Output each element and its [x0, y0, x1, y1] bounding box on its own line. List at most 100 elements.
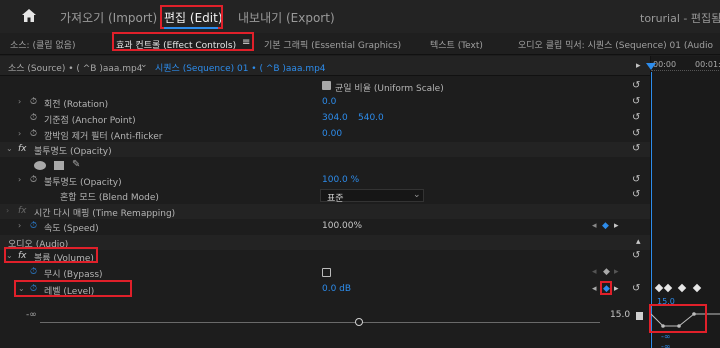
stopwatch-icon[interactable]: ⏱ [30, 97, 37, 107]
add-keyframe-icon[interactable]: ◆ [602, 221, 609, 231]
add-keyframe-icon[interactable]: ◆ [603, 284, 610, 294]
rotation-value[interactable]: 0.0 [322, 97, 336, 107]
reset-icon[interactable]: ↺ [632, 174, 640, 185]
reset-icon[interactable]: ↺ [632, 112, 640, 123]
reset-icon[interactable]: ↺ [632, 189, 640, 200]
volume-graph[interactable] [651, 306, 720, 332]
graph-min-label: -∞ [661, 332, 671, 341]
blend-mode-label: 혼합 모드 (Blend Mode) [60, 193, 159, 203]
opacity-section-label: 불투명도 (Opacity) [34, 147, 112, 157]
reset-icon[interactable]: ↺ [632, 80, 640, 91]
rectangle-mask-icon[interactable] [54, 161, 64, 170]
playhead-handle[interactable] [646, 63, 656, 70]
stopwatch-icon[interactable]: ⏱ [30, 113, 37, 123]
opacity-section-header[interactable]: ⌄ fx 불투명도 (Opacity) ↺ [0, 142, 650, 157]
anchor-point-label: 기준점 (Anchor Point) [44, 116, 136, 126]
chevron-right-icon[interactable]: › [6, 206, 9, 215]
tab-source[interactable]: 소스: (클립 없음) [10, 38, 75, 51]
chevron-down-icon[interactable]: ⌄ [18, 284, 25, 293]
chevron-down-icon[interactable]: ⌄ [6, 251, 13, 260]
ellipse-mask-icon[interactable] [34, 161, 46, 170]
play-only-icon[interactable]: ▸ [636, 61, 641, 71]
level-slider-thumb[interactable] [355, 318, 363, 326]
bypass-checkbox[interactable] [322, 268, 331, 277]
anchor-y-value[interactable]: 540.0 [358, 113, 384, 123]
fx-icon[interactable]: fx [18, 251, 27, 261]
antiflicker-value[interactable]: 0.00 [322, 129, 342, 139]
chevron-right-icon[interactable]: › [18, 129, 21, 138]
timecode-start: 00:00 [653, 60, 677, 69]
reset-icon[interactable]: ↺ [632, 250, 640, 261]
active-workspace-underline [164, 27, 218, 29]
chevron-right-icon[interactable]: › [18, 97, 21, 106]
rotation-label: 회전 (Rotation) [44, 100, 109, 110]
level-value[interactable]: 0.0 dB [322, 284, 351, 294]
collapse-up-icon[interactable]: ▴ [636, 237, 641, 247]
import-workspace-tab[interactable]: 가져오기 (Import) [60, 9, 157, 26]
next-keyframe-icon[interactable]: ▸ [614, 284, 619, 294]
export-workspace-tab[interactable]: 내보내기 (Export) [238, 9, 335, 26]
stopwatch-icon[interactable]: ⏱ [30, 284, 37, 294]
reset-icon[interactable]: ↺ [632, 128, 640, 139]
sequence-clip-link[interactable]: 시퀀스 (Sequence) 01 • ( ^B )aaa.mp4 [155, 61, 326, 74]
reset-icon[interactable]: ↺ [632, 283, 640, 294]
blend-mode-value: 표준 [327, 194, 344, 204]
opacity-value[interactable]: 100.0 % [322, 175, 359, 185]
opacity-label: 불투명도 (Opacity) [44, 178, 122, 188]
tab-essential-graphics[interactable]: 기본 그래픽 (Essential Graphics) [264, 38, 401, 51]
level-row: ⌄ ⏱ 레벨 (Level) 0.0 dB ◂ ◆ ▸ ↺ [0, 282, 650, 297]
tab-text[interactable]: 텍스트 (Text) [430, 38, 483, 51]
chevron-right-icon[interactable]: › [18, 221, 21, 230]
antiflicker-row: › ⏱ 깜박임 제거 필터 (Anti-flicker 0.00 ↺ [0, 127, 650, 142]
previous-keyframe-icon[interactable]: ◂ [592, 221, 597, 231]
tab-audio-clip-mixer[interactable]: 오디오 클립 믹서: 시퀀스 (Sequence) 01 (Audio [518, 38, 713, 51]
next-keyframe-icon[interactable]: ▸ [614, 221, 619, 231]
stopwatch-icon[interactable]: ⏱ [30, 221, 37, 231]
fx-icon[interactable]: fx [18, 206, 27, 216]
time-ruler [651, 70, 720, 74]
edit-workspace-tab[interactable]: 편집 (Edit) [164, 9, 223, 26]
chevron-down-icon[interactable]: ⌄ [6, 144, 13, 153]
blend-mode-row: 혼합 모드 (Blend Mode) 표준 ⌄ ↺ [0, 188, 650, 204]
tab-effect-controls[interactable]: 효과 컨트롤 (Effect Controls) [116, 38, 236, 51]
previous-keyframe-icon[interactable]: ◂ [592, 284, 597, 294]
chevron-right-icon[interactable]: › [18, 175, 21, 184]
add-keyframe-icon[interactable]: ◆ [603, 267, 610, 277]
stopwatch-icon[interactable]: ⏱ [30, 129, 37, 139]
stopwatch-icon[interactable]: ⏱ [30, 267, 37, 277]
opacity-row: › ⏱ 불투명도 (Opacity) 100.0 % ↺ [0, 173, 650, 188]
speed-row: › ⏱ 속도 (Speed) 100.00% ◂ ◆ ▸ [0, 219, 650, 234]
chevron-down-icon[interactable]: ⌄ [140, 60, 148, 70]
anchor-row: ⏱ 기준점 (Anchor Point) 304.0 540.0 ↺ [0, 111, 650, 126]
source-label: 소스 (Source) • ( ^B )aaa.mp4 [8, 64, 143, 74]
home-icon[interactable] [22, 9, 36, 22]
reset-icon[interactable]: ↺ [632, 143, 640, 154]
stopwatch-icon[interactable]: ⏱ [30, 175, 37, 185]
next-keyframe-icon[interactable]: ▸ [614, 267, 619, 277]
volume-section-header[interactable]: ⌄ fx 볼륨 (Volume) ↺ [0, 249, 650, 264]
pen-mask-icon[interactable]: ✎ [72, 159, 80, 170]
anchor-x-value[interactable]: 304.0 [322, 113, 348, 123]
project-title: torurial - 편집됨 [640, 12, 720, 25]
slider-max-label: 15.0 [610, 310, 631, 320]
time-remap-section-header[interactable]: › fx 시간 다시 매핑 (Time Remapping) [0, 204, 650, 219]
workspace-menubar: 가져오기 (Import) 편집 (Edit) 내보내기 (Export) to… [0, 0, 720, 33]
reset-icon[interactable]: ↺ [632, 96, 640, 107]
fx-icon[interactable]: fx [18, 144, 27, 154]
blend-mode-select[interactable]: 표준 ⌄ [320, 189, 424, 204]
antiflicker-label: 깜박임 제거 필터 (Anti-flicker [44, 132, 163, 142]
slider-min-label: -∞ [26, 310, 37, 320]
keyframe-timeline[interactable]: 00:00 00:01:0 15.0 -∞ -∞ [650, 56, 720, 348]
level-slider-track[interactable] [40, 322, 600, 323]
bypass-label: 무시 (Bypass) [44, 270, 103, 280]
level-slider-row: -∞ 15.0 [0, 308, 650, 326]
graph-scale-icon[interactable] [636, 312, 643, 320]
panel-menu-icon[interactable]: ≡ [242, 37, 250, 48]
timecode-next: 00:01:0 [695, 60, 720, 69]
chevron-down-icon: ⌄ [413, 190, 421, 200]
uniform-scale-checkbox[interactable] [322, 81, 331, 90]
speed-value[interactable]: 100.00% [322, 221, 362, 231]
uniform-scale-label: 균일 비율 (Uniform Scale) [335, 84, 444, 94]
previous-keyframe-icon[interactable]: ◂ [592, 267, 597, 277]
graph-max-label: 15.0 [657, 297, 675, 306]
